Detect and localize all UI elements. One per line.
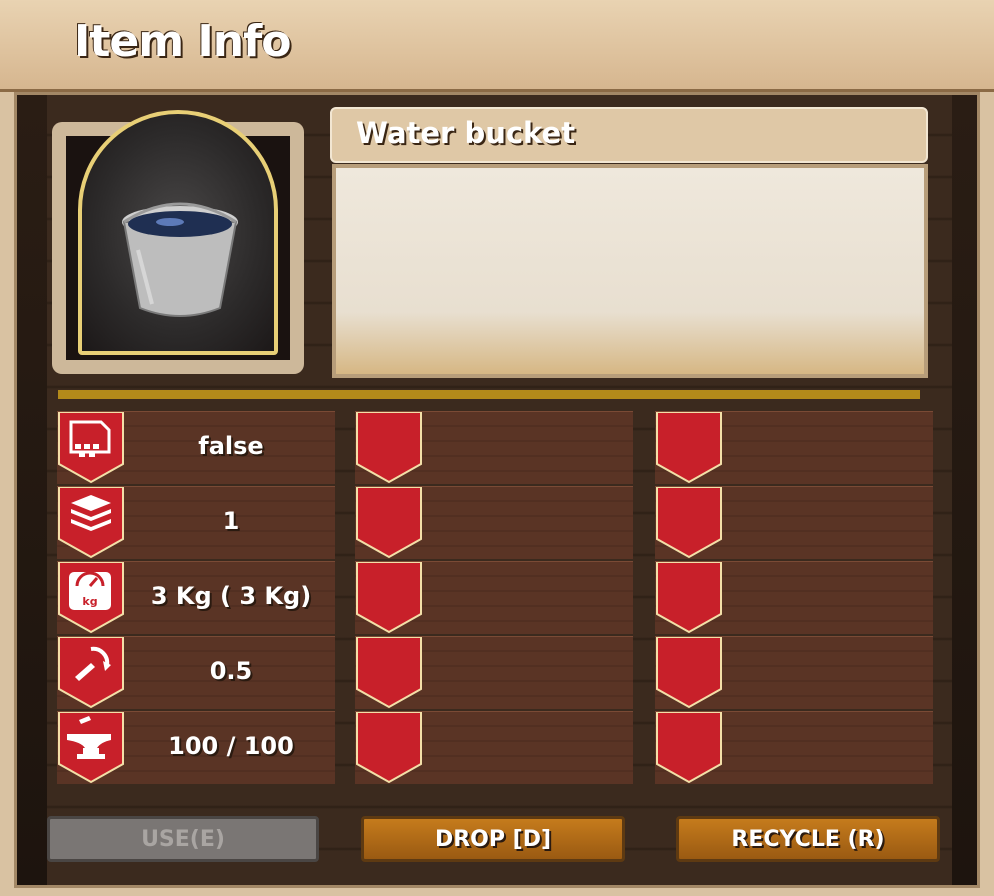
- stat-value: false: [198, 432, 264, 460]
- empty-stat-slot: [655, 561, 933, 634]
- title-bar: Item Info: [0, 0, 994, 92]
- empty-stat-slot: [355, 411, 633, 484]
- item-description: [332, 164, 928, 378]
- item-info-window: Item Info Water bucket false 1 kg 3 Kg (…: [0, 0, 994, 896]
- empty-ribbon-icon: [656, 412, 722, 484]
- empty-stat-slot: [355, 561, 633, 634]
- svg-text:kg: kg: [82, 595, 97, 608]
- stat-value: 3 Kg ( 3 Kg): [150, 582, 312, 610]
- ribbon-badge: [58, 412, 124, 484]
- empty-stat-slot: [655, 486, 933, 559]
- empty-stat-slot: [655, 711, 933, 784]
- empty-ribbon-icon: [656, 562, 722, 634]
- recycle-button[interactable]: RECYCLE (R): [676, 816, 940, 862]
- divider: [58, 390, 920, 399]
- empty-ribbon-icon: [656, 712, 722, 784]
- empty-stat-slot: [355, 711, 633, 784]
- stat-value: 0.5: [209, 657, 253, 685]
- empty-stat-slot: [655, 411, 933, 484]
- weight-icon: kg: [69, 571, 111, 610]
- stat-cell-0: false: [57, 411, 335, 484]
- item-name: Water bucket: [356, 116, 576, 150]
- stat-value: 1: [222, 507, 240, 535]
- empty-ribbon-icon: [356, 637, 422, 709]
- drop-button[interactable]: DROP [D]: [361, 816, 625, 862]
- water-bucket-icon: [122, 202, 238, 317]
- window-title: Item Info: [74, 16, 291, 67]
- empty-ribbon-icon: [356, 712, 422, 784]
- empty-stat-slot: [355, 636, 633, 709]
- ribbon-badge: [58, 637, 124, 709]
- stat-value: 100 / 100: [168, 732, 294, 760]
- stat-cell-1: 1: [57, 486, 335, 559]
- empty-ribbon-icon: [356, 412, 422, 484]
- empty-stat-slot: [355, 486, 633, 559]
- ribbon-badge: kg: [58, 562, 124, 634]
- stat-cell-4: 100 / 100: [57, 711, 335, 784]
- ribbon-badge: [58, 487, 124, 559]
- empty-stat-slot: [655, 636, 933, 709]
- ribbon-badge: [58, 712, 124, 784]
- stat-cell-2: kg 3 Kg ( 3 Kg): [57, 561, 335, 634]
- empty-ribbon-icon: [656, 487, 722, 559]
- empty-ribbon-icon: [356, 562, 422, 634]
- stat-cell-3: 0.5: [57, 636, 335, 709]
- empty-ribbon-icon: [656, 637, 722, 709]
- use-button[interactable]: USE(E): [47, 816, 319, 862]
- empty-ribbon-icon: [356, 487, 422, 559]
